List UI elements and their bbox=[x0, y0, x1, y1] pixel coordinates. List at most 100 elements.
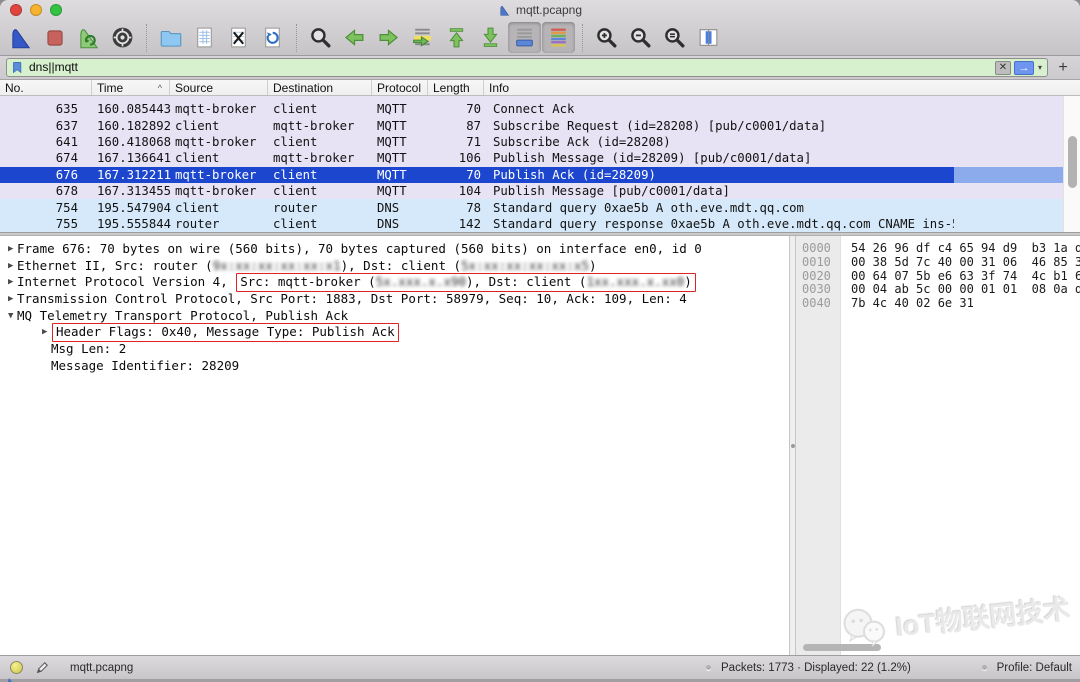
close-window-button[interactable] bbox=[10, 4, 22, 16]
find-packet-button[interactable] bbox=[304, 22, 337, 53]
close-file-button[interactable] bbox=[222, 22, 255, 53]
go-first-packet-button[interactable] bbox=[440, 22, 473, 53]
collapse-arrow-icon[interactable]: ▶ bbox=[0, 274, 17, 291]
arrow-right-icon bbox=[376, 25, 401, 50]
document-reload-icon bbox=[260, 25, 285, 50]
watermark: IoT物联网技术 bbox=[839, 585, 1072, 651]
colorize-packets-button[interactable] bbox=[542, 22, 575, 53]
restart-capture-button[interactable] bbox=[72, 22, 105, 53]
collapse-arrow-icon[interactable]: ▶ bbox=[0, 241, 17, 258]
shark-fin-icon bbox=[8, 25, 34, 51]
resize-columns-icon bbox=[696, 25, 721, 50]
column-header-destination[interactable]: Destination bbox=[268, 80, 372, 95]
save-file-button[interactable] bbox=[188, 22, 221, 53]
hex-row[interactable]: 000054 26 96 df c4 65 94 d9 b3 1a de bbox=[796, 242, 1080, 256]
column-header-no[interactable]: No. bbox=[0, 80, 92, 95]
detail-tree-line[interactable]: ▶Transmission Control Protocol, Src Port… bbox=[0, 291, 789, 308]
traffic-lights bbox=[10, 4, 62, 16]
hex-dump-pane: 000054 26 96 df c4 65 94 d9 b3 1a de0010… bbox=[796, 236, 1080, 655]
bookmark-icon[interactable] bbox=[10, 60, 25, 75]
status-bar: mqtt.pcapng Packets: 1773 · Displayed: 2… bbox=[0, 655, 1080, 679]
hex-row[interactable]: 00407b 4c 40 02 6e 31 bbox=[796, 297, 1080, 311]
detail-tree-line[interactable]: ▶Ethernet II, Src: router (9x:xx:xx:xx:x… bbox=[0, 258, 789, 275]
scrollbar-thumb[interactable] bbox=[1068, 136, 1077, 188]
hex-bytes: 00 64 07 5b e6 63 3f 74 4c b1 60 bbox=[841, 270, 1080, 284]
auto-scroll-button[interactable] bbox=[508, 22, 541, 53]
hex-bytes: 00 04 ab 5c 00 00 01 01 08 0a d4 bbox=[841, 283, 1080, 297]
filter-apply-button[interactable]: → bbox=[1014, 61, 1034, 75]
column-header-protocol[interactable]: Protocol bbox=[372, 80, 428, 95]
filter-clear-button[interactable]: ✕ bbox=[995, 61, 1011, 75]
open-file-button[interactable] bbox=[154, 22, 187, 53]
zoom-out-button[interactable] bbox=[624, 22, 657, 53]
go-last-packet-button[interactable] bbox=[474, 22, 507, 53]
hex-offset: 0030 bbox=[796, 283, 841, 297]
arrow-down-bar-icon bbox=[478, 25, 503, 50]
stop-capture-button[interactable] bbox=[38, 22, 71, 53]
statusbar-filename: mqtt.pcapng bbox=[70, 662, 133, 674]
statusbar-packet-counts: Packets: 1773 · Displayed: 22 (1.2%) bbox=[706, 662, 911, 674]
hex-row[interactable]: 001000 38 5d 7c 40 00 31 06 46 85 36 bbox=[796, 256, 1080, 270]
add-filter-button[interactable]: + bbox=[1052, 58, 1074, 78]
statusbar-grip-icon bbox=[706, 665, 711, 670]
detail-tree-line[interactable]: Msg Len: 2 bbox=[34, 341, 789, 358]
go-forward-button[interactable] bbox=[372, 22, 405, 53]
profile-text[interactable]: Profile: Default bbox=[997, 662, 1072, 674]
detail-tree-line[interactable]: ▶Frame 676: 70 bytes on wire (560 bits),… bbox=[0, 241, 789, 258]
watermark-text: IoT物联网技术 bbox=[893, 587, 1072, 644]
minimize-window-button[interactable] bbox=[30, 4, 42, 16]
redacted-text: 1xx.xxx.x.xx0 bbox=[586, 274, 684, 289]
hex-row[interactable]: 003000 04 ab 5c 00 00 01 01 08 0a d4 bbox=[796, 283, 1080, 297]
packet-list: 635160.085443mqtt-brokerclientMQTT70Conn… bbox=[0, 96, 1080, 232]
zoom-window-button[interactable] bbox=[50, 4, 62, 16]
packet-row[interactable]: 674167.136641clientmqtt-brokerMQTT106Pub… bbox=[0, 150, 1063, 166]
hex-row[interactable]: 002000 64 07 5b e6 63 3f 74 4c b1 60 bbox=[796, 270, 1080, 284]
packet-row[interactable]: 754195.547904clientrouterDNS78Standard q… bbox=[0, 199, 1063, 215]
go-to-packet-button[interactable] bbox=[406, 22, 439, 53]
detail-tree-line[interactable]: ▶Header Flags: 0x40, Message Type: Publi… bbox=[34, 324, 789, 341]
zoom-reset-button[interactable] bbox=[658, 22, 691, 53]
collapse-arrow-icon[interactable]: ▶ bbox=[0, 258, 17, 275]
hex-offset: 0020 bbox=[796, 270, 841, 284]
detail-tree-line[interactable]: Message Identifier: 28209 bbox=[34, 358, 789, 375]
pane-splitter[interactable] bbox=[789, 236, 796, 655]
column-header-info[interactable]: Info bbox=[484, 80, 1080, 95]
document-icon bbox=[192, 25, 217, 50]
collapse-arrow-icon[interactable]: ▶ bbox=[0, 291, 17, 308]
packet-row[interactable]: 641160.418068mqtt-brokerclientMQTT71Subs… bbox=[0, 134, 1063, 150]
capture-options-button[interactable] bbox=[106, 22, 139, 53]
magnifier-minus-icon bbox=[628, 25, 653, 50]
collapse-arrow-icon[interactable]: ▶ bbox=[34, 324, 51, 341]
filter-dropdown-caret-icon[interactable]: ▾ bbox=[1038, 63, 1042, 72]
packet-list-scrollbar[interactable] bbox=[1063, 96, 1080, 232]
statusbar-profile[interactable]: Profile: Default bbox=[982, 662, 1072, 674]
detail-tree-line[interactable]: ▶Internet Protocol Version 4, Src: mqtt-… bbox=[0, 274, 789, 291]
window-chrome: mqtt.pcapng bbox=[0, 0, 1080, 56]
zoom-in-button[interactable] bbox=[590, 22, 623, 53]
go-back-button[interactable] bbox=[338, 22, 371, 53]
start-capture-button[interactable] bbox=[4, 22, 37, 53]
redacted-text: 5x.xxx.x.x90 bbox=[376, 274, 466, 289]
detail-tree-line[interactable]: ▼MQ Telemetry Transport Protocol, Publis… bbox=[0, 308, 789, 325]
packet-row[interactable]: 678167.313455mqtt-brokerclientMQTT104Pub… bbox=[0, 183, 1063, 199]
packet-row[interactable]: 637160.182892clientmqtt-brokerMQTT87Subs… bbox=[0, 117, 1063, 133]
expand-arrow-icon[interactable]: ▼ bbox=[0, 308, 17, 325]
magnifier-equal-icon bbox=[662, 25, 687, 50]
column-header-length[interactable]: Length bbox=[428, 80, 484, 95]
wireshark-fin-icon bbox=[498, 4, 511, 17]
reload-file-button[interactable] bbox=[256, 22, 289, 53]
expert-info-icon[interactable] bbox=[10, 661, 23, 674]
packet-row[interactable]: 755195.555844routerclientDNS142Standard … bbox=[0, 216, 1063, 232]
capture-comment-pencil-icon[interactable] bbox=[35, 660, 50, 675]
packet-row-selected[interactable]: 676167.312211mqtt-brokerclientMQTT70Publ… bbox=[0, 167, 1063, 183]
display-filter-input[interactable]: dns||mqtt ✕ → ▾ bbox=[6, 58, 1048, 77]
column-header-source[interactable]: Source bbox=[170, 80, 268, 95]
packet-row[interactable]: 635160.085443mqtt-brokerclientMQTT70Conn… bbox=[0, 101, 1063, 117]
filter-text[interactable]: dns||mqtt bbox=[25, 59, 995, 76]
resize-columns-button[interactable] bbox=[692, 22, 725, 53]
title-bar: mqtt.pcapng bbox=[0, 0, 1080, 20]
hex-bytes: 00 38 5d 7c 40 00 31 06 46 85 36 bbox=[841, 256, 1080, 270]
redacted-text: 5x:xx:xx:xx:xx:x5 bbox=[461, 258, 589, 275]
color-lines-icon bbox=[546, 25, 571, 50]
column-header-time[interactable]: Time^ bbox=[92, 80, 170, 95]
